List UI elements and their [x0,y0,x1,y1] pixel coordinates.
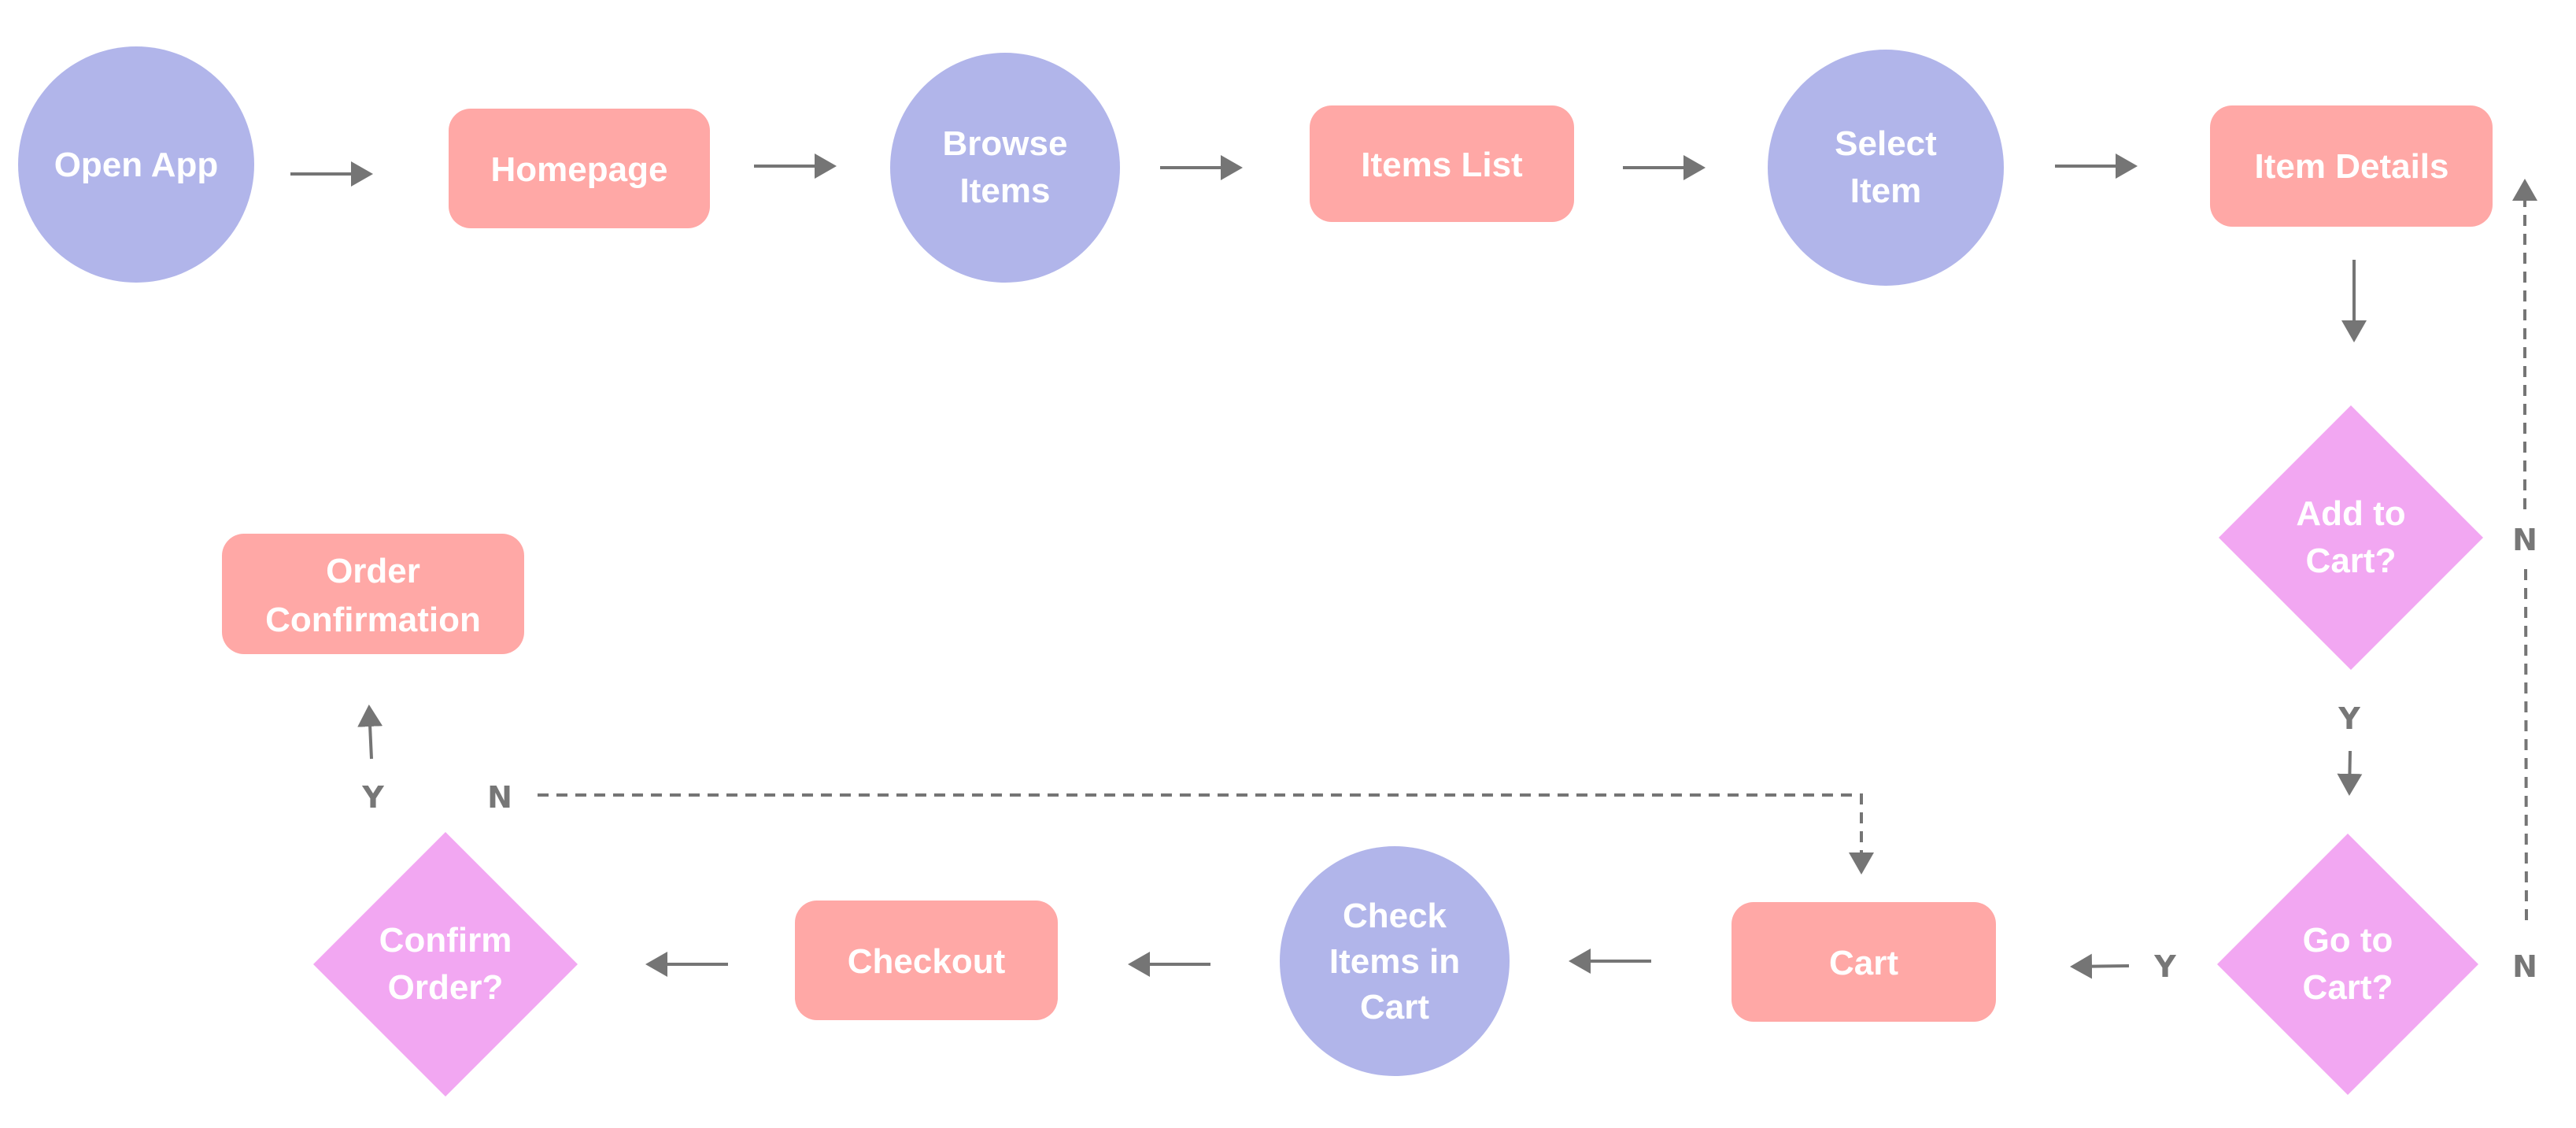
svg-text:Open App: Open App [54,146,219,184]
node-homepage: Homepage [449,109,710,228]
node-label: Item [1850,172,1921,210]
edge-label-go-to-cart-no: N [2512,949,2537,984]
edge-label-confirm-order-no: N [487,780,512,815]
node-item-details: Item Details [2210,105,2493,227]
node-cart: Cart [1732,902,1996,1022]
svg-text:Cart: Cart [1829,944,1898,982]
node-label: Item Details [2255,147,2449,186]
node-label: Open App [54,146,219,184]
node-label: Confirmation [265,601,481,639]
node-browse-items: Browse Items [890,53,1120,283]
edge-label-confirm-order-yes: Y [361,780,384,815]
node-label: Browse [943,124,1068,163]
node-checkout: Checkout [795,901,1058,1020]
node-open-app: Open App [18,46,254,283]
node-label: Items [960,172,1051,210]
node-label: Cart [1360,988,1429,1026]
node-items-list: Items List [1310,105,1574,222]
svg-text:Homepage: Homepage [491,150,668,189]
arrow-confirm-order-yes [357,705,383,760]
node-label: Items in [1329,942,1460,981]
svg-text:Items List: Items List [1361,146,1523,184]
arrow-go-to-cart-yes [2070,953,2130,979]
node-label: Cart? [2306,542,2397,580]
node-label: Homepage [491,150,668,189]
node-check-items-in-cart: Check Items in Cart [1280,846,1510,1076]
node-label: Go to [2303,921,2393,960]
node-label: Items List [1361,146,1523,184]
node-confirm-order-decision: Confirm Order? [313,832,578,1097]
dashed-arrow-confirm-order-no [538,793,1874,875]
node-label: Confirm [379,921,512,960]
node-label: Order? [388,968,504,1007]
edge-label-go-to-cart-yes: Y [2153,949,2176,984]
svg-text:Item Details: Item Details [2255,147,2449,186]
edges [290,153,2537,979]
arrow-add-to-cart-yes [2337,750,2363,796]
node-label: Check [1343,897,1447,935]
node-label: Checkout [848,942,1006,981]
node-select-item: Select Item [1768,50,2004,286]
node-label: Cart? [2303,968,2393,1007]
node-go-to-cart-decision: Go to Cart? [2217,834,2478,1095]
edge-label-add-to-cart-no: N [2512,523,2537,557]
node-label: Cart [1829,944,1898,982]
flowchart: Open App Browse Items Select Item Check Ite… [18,46,2537,1097]
edge-label-add-to-cart-yes: Y [2338,701,2360,736]
svg-text:Checkout: Checkout [848,942,1006,981]
node-add-to-cart-decision: Add to Cart? [2219,405,2483,670]
node-label: Order [326,552,420,590]
node-label: Select [1835,124,1937,163]
node-label: Add to [2296,494,2405,533]
node-order-confirmation: Order Confirmation [222,534,524,654]
